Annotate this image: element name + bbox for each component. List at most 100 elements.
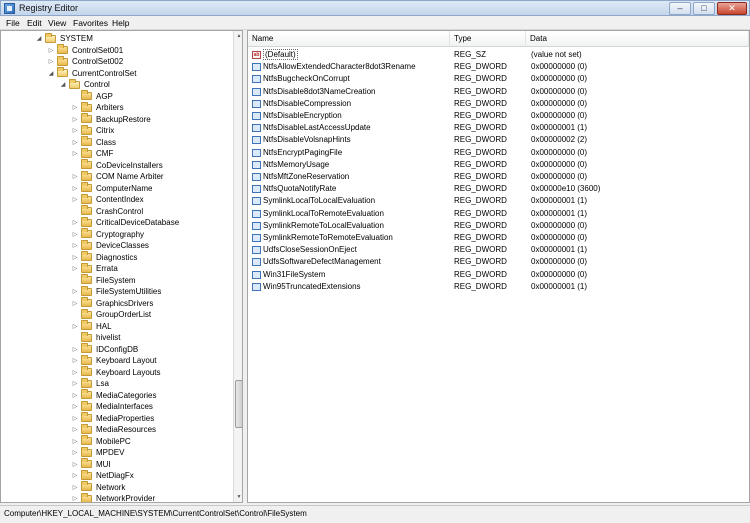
menu-file[interactable]: File <box>6 18 20 28</box>
collapse-arrow-icon[interactable]: ◢ <box>35 35 43 42</box>
tree-item[interactable]: ▷ HAL <box>71 320 112 333</box>
expand-arrow-icon[interactable]: ▷ <box>71 449 79 456</box>
tree-item[interactable]: CrashControl <box>71 205 143 218</box>
expand-arrow-icon[interactable]: ▷ <box>71 300 79 307</box>
column-name[interactable]: Name <box>248 31 450 47</box>
tree-item[interactable]: AGP <box>71 90 113 103</box>
tree-item[interactable]: ▷ NetDiagFx <box>71 469 134 482</box>
value-row[interactable]: NtfsMftZoneReservation REG_DWORD 0x0000000… <box>248 171 749 183</box>
tree-item[interactable]: ▷ COM Name Arbiter <box>71 170 164 183</box>
tree-item[interactable]: ▷ BackupRestore <box>71 113 151 126</box>
expand-arrow-icon[interactable]: ▷ <box>71 438 79 445</box>
value-row[interactable]: SymlinkLocalToRemoteEvaluation REG_DWORD 0… <box>248 208 749 220</box>
value-row[interactable]: NtfsDisable8dot3NameCreation REG_DWORD 0x0… <box>248 86 749 98</box>
expand-arrow-icon[interactable]: ▷ <box>71 127 79 134</box>
tree-item[interactable]: ▷ Lsa <box>71 377 109 390</box>
expand-arrow-icon[interactable]: ▷ <box>71 484 79 491</box>
expand-arrow-icon[interactable]: ▷ <box>71 495 79 502</box>
tree-item[interactable]: ◢ SYSTEM <box>35 32 93 45</box>
collapse-arrow-icon[interactable]: ◢ <box>47 70 55 77</box>
tree-item[interactable]: ▷ Arbiters <box>71 101 124 114</box>
expand-arrow-icon[interactable]: ▷ <box>71 116 79 123</box>
tree-item[interactable]: ▷ MediaInterfaces <box>71 400 153 413</box>
menu-favorites[interactable]: Favorites <box>73 18 108 28</box>
tree-item[interactable]: ▷ CriticalDeviceDatabase <box>71 216 179 229</box>
value-row[interactable]: UdfsSoftwareDefectManagement REG_DWORD 0x0… <box>248 256 749 268</box>
tree-item[interactable]: CoDeviceInstallers <box>71 159 163 172</box>
expand-arrow-icon[interactable]: ▷ <box>71 231 79 238</box>
values-list-pane[interactable]: Name Type Data ab (Default) REG_SZ (value n… <box>247 30 750 503</box>
title-bar[interactable]: Registry Editor – □ ✕ <box>0 0 750 16</box>
value-row[interactable]: NtfsMemoryUsage REG_DWORD 0x00000000 (0) <box>248 159 749 171</box>
tree-item[interactable]: ▷ MobilePC <box>71 435 131 448</box>
tree-item[interactable]: ▷ ControlSet002 <box>47 55 123 68</box>
expand-arrow-icon[interactable]: ▷ <box>47 47 55 54</box>
expand-arrow-icon[interactable]: ▷ <box>71 150 79 157</box>
tree-item[interactable]: ◢ Control <box>59 78 110 91</box>
minimize-button[interactable]: – <box>669 2 691 15</box>
tree-item[interactable]: ▷ MPDEV <box>71 446 124 459</box>
tree-item[interactable]: ▷ Class <box>71 136 116 149</box>
value-row[interactable]: NtfsAllowExtendedCharacter8dot3Rename REG… <box>248 61 749 73</box>
expand-arrow-icon[interactable]: ▷ <box>71 369 79 376</box>
tree-item[interactable]: hivelist <box>71 331 120 344</box>
expand-arrow-icon[interactable]: ▷ <box>71 323 79 330</box>
maximize-button[interactable]: □ <box>693 2 715 15</box>
tree-item[interactable]: ▷ MediaCategories <box>71 389 156 402</box>
expand-arrow-icon[interactable]: ▷ <box>71 242 79 249</box>
tree-item[interactable]: ▷ Keyboard Layout <box>71 354 157 367</box>
value-row[interactable]: NtfsEncryptPagingFile REG_DWORD 0x00000000… <box>248 147 749 159</box>
scroll-up-icon[interactable]: ▲ <box>234 31 242 41</box>
tree-item[interactable]: ▷ ControlSet001 <box>47 44 123 57</box>
menu-help[interactable]: Help <box>112 18 129 28</box>
expand-arrow-icon[interactable]: ▷ <box>71 380 79 387</box>
tree-item[interactable]: ▷ Network <box>71 481 125 494</box>
tree-item[interactable]: ▷ MediaProperties <box>71 412 154 425</box>
value-row[interactable]: NtfsQuotaNotifyRate REG_DWORD 0x00000e10 (… <box>248 183 749 195</box>
value-row[interactable]: SymlinkLocalToLocalEvaluation REG_DWORD 0x… <box>248 195 749 207</box>
scroll-thumb[interactable] <box>235 380 242 428</box>
menu-view[interactable]: View <box>48 18 66 28</box>
scroll-down-icon[interactable]: ▼ <box>234 492 242 502</box>
tree-item[interactable]: ▷ Keyboard Layouts <box>71 366 161 379</box>
expand-arrow-icon[interactable]: ▷ <box>71 472 79 479</box>
value-row[interactable]: SymlinkRemoteToRemoteEvaluation REG_DWORD… <box>248 232 749 244</box>
tree-item[interactable]: ▷ FileSystemUtilities <box>71 285 161 298</box>
tree-item[interactable]: ▷ ComputerName <box>71 182 152 195</box>
tree-item[interactable]: ▷ Errata <box>71 262 118 275</box>
expand-arrow-icon[interactable]: ▷ <box>71 392 79 399</box>
value-row[interactable]: NtfsDisableCompression REG_DWORD 0x0000000… <box>248 98 749 110</box>
expand-arrow-icon[interactable]: ▷ <box>71 415 79 422</box>
tree-scrollbar[interactable]: ▲ ▼ <box>233 31 242 502</box>
value-row[interactable]: UdfsCloseSessionOnEject REG_DWORD 0x000000… <box>248 244 749 256</box>
tree-item[interactable]: ▷ DeviceClasses <box>71 239 149 252</box>
tree-item[interactable]: ▷ CMF <box>71 147 113 160</box>
value-row[interactable]: NtfsDisableEncryption REG_DWORD 0x00000000… <box>248 110 749 122</box>
tree-item[interactable]: ▷ Citrix <box>71 124 114 137</box>
value-row[interactable]: NtfsDisableVolsnapHints REG_DWORD 0x000000… <box>248 134 749 146</box>
expand-arrow-icon[interactable]: ▷ <box>71 346 79 353</box>
close-button[interactable]: ✕ <box>717 2 747 15</box>
tree-item[interactable]: ▷ MediaResources <box>71 423 156 436</box>
expand-arrow-icon[interactable]: ▷ <box>71 357 79 364</box>
value-row[interactable]: Win31FileSystem REG_DWORD 0x00000000 (0) <box>248 269 749 281</box>
column-type[interactable]: Type <box>450 31 526 47</box>
expand-arrow-icon[interactable]: ▷ <box>71 403 79 410</box>
expand-arrow-icon[interactable]: ▷ <box>71 288 79 295</box>
value-row[interactable]: Win95TruncatedExtensions REG_DWORD 0x00000… <box>248 281 749 293</box>
expand-arrow-icon[interactable]: ▷ <box>71 254 79 261</box>
expand-arrow-icon[interactable]: ▷ <box>71 219 79 226</box>
expand-arrow-icon[interactable]: ▷ <box>71 173 79 180</box>
expand-arrow-icon[interactable]: ▷ <box>71 265 79 272</box>
column-data[interactable]: Data <box>526 31 749 47</box>
expand-arrow-icon[interactable]: ▷ <box>71 196 79 203</box>
tree-item[interactable]: ▷ ContentIndex <box>71 193 144 206</box>
value-row[interactable]: ab (Default) REG_SZ (value not set) <box>248 49 749 61</box>
key-tree-pane[interactable]: ◢ SYSTEM ▷ ControlSet001 ▷ ControlSet002 ◢ Curr… <box>0 30 243 503</box>
value-row[interactable]: NtfsBugcheckOnCorrupt REG_DWORD 0x00000000… <box>248 73 749 85</box>
collapse-arrow-icon[interactable]: ◢ <box>59 81 67 88</box>
tree-item[interactable]: ▷ GraphicsDrivers <box>71 297 153 310</box>
tree-item[interactable]: ▷ NetworkProvider <box>71 492 155 502</box>
tree-item[interactable]: FileSystem <box>71 274 136 287</box>
menu-edit[interactable]: Edit <box>27 18 42 28</box>
